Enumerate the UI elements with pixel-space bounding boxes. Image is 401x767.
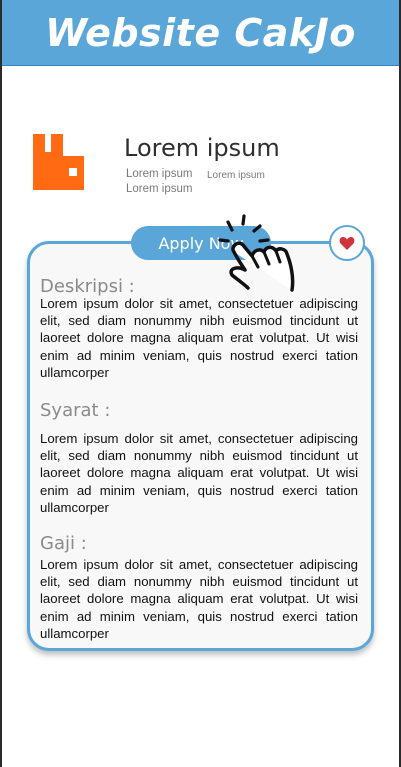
page-title: Website CakJo [45,10,356,55]
tap-hand-icon [218,214,295,292]
company-subtitle-2: Lorem ipsum [207,170,265,181]
section-body-gaji: Lorem ipsum dolor sit amet, consectetuer… [40,557,358,641]
favorite-button[interactable] [329,225,365,261]
section-title-syarat: Syarat : [40,400,111,421]
section-body-syarat: Lorem ipsum dolor sit amet, consectetuer… [40,431,358,515]
app-header: Website CakJo [2,0,399,66]
company-logo-icon [33,134,84,190]
section-title-gaji: Gaji : [40,533,87,554]
section-title-deskripsi: Deskripsi : [40,276,135,297]
section-body-deskripsi: Lorem ipsum dolor sit amet, consectetuer… [40,296,358,380]
company-subtitle-3: Lorem ipsum [126,183,193,195]
company-subtitle-1: Lorem ipsum [126,168,193,180]
heart-icon [339,236,355,250]
company-name: Lorem ipsum [124,134,280,162]
